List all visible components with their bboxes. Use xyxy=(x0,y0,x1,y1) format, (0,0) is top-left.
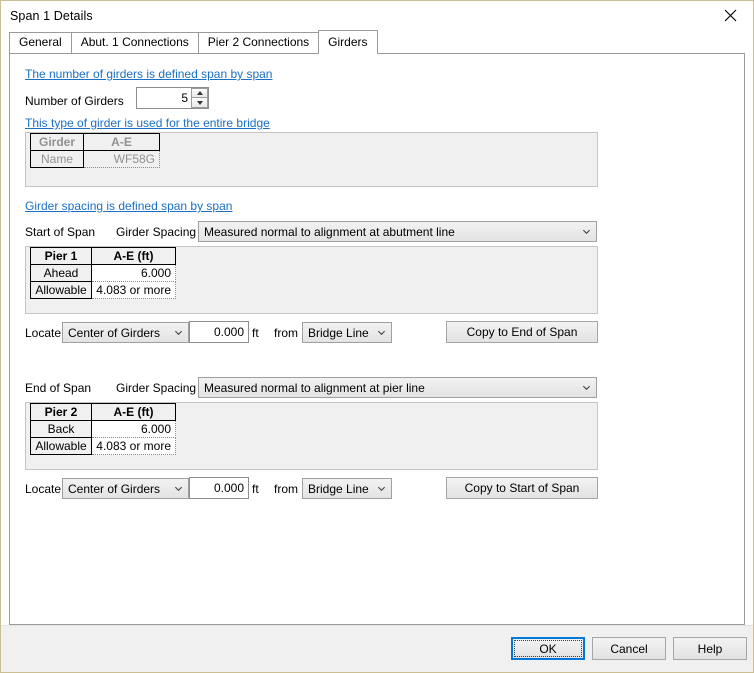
tab-strip: General Abut. 1 Connections Pier 2 Conne… xyxy=(1,30,753,54)
table-row[interactable]: Back 6.000 xyxy=(30,420,176,438)
dialog-footer: OK Cancel Help xyxy=(1,625,753,672)
close-button[interactable] xyxy=(708,1,753,30)
start-of-span-label: Start of Span xyxy=(25,225,96,239)
start-of-span-spacing-measurement-value: Measured normal to alignment at abutment… xyxy=(204,224,455,239)
table-row[interactable]: Allowable 4.083 or more xyxy=(30,437,176,455)
link-number-of-girders-span-by-span[interactable]: The number of girders is defined span by… xyxy=(25,67,272,81)
span-details-dialog: Span 1 Details General Abut. 1 Connectio… xyxy=(0,0,754,673)
chevron-down-icon xyxy=(168,484,188,493)
column-header-pier-1: Pier 1 xyxy=(30,247,92,265)
end-of-span-units-label: ft xyxy=(252,482,259,496)
cell-ahead-spacing[interactable]: 6.000 xyxy=(91,264,176,282)
end-of-span-label: End of Span xyxy=(25,381,92,395)
table-row[interactable]: Allowable 4.083 or more xyxy=(30,281,176,299)
number-of-girders-input[interactable]: 5 xyxy=(137,88,191,108)
chevron-down-icon xyxy=(168,328,188,337)
tab-pier-2-connections[interactable]: Pier 2 Connections xyxy=(197,32,320,53)
number-of-girders-stepper[interactable]: 5 xyxy=(136,87,209,109)
end-of-span-locate-select[interactable]: Center of Girders xyxy=(62,478,189,499)
girder-type-grid[interactable]: Girder A-E Name WF58G xyxy=(25,132,598,187)
link-girder-type-entire-bridge[interactable]: This type of girder is used for the enti… xyxy=(25,116,270,130)
start-of-span-from-select[interactable]: Bridge Line xyxy=(302,322,392,343)
tab-girders[interactable]: Girders xyxy=(318,30,378,54)
tab-abut-1-connections[interactable]: Abut. 1 Connections xyxy=(70,32,199,53)
start-of-span-locate-select[interactable]: Center of Girders xyxy=(62,322,189,343)
start-of-span-from-value: Bridge Line xyxy=(308,325,369,340)
start-of-span-offset-input[interactable]: 0.000 xyxy=(189,321,249,343)
chevron-down-icon xyxy=(371,484,391,493)
column-header-a-e-ft: A-E (ft) xyxy=(91,403,176,421)
copy-to-end-of-span-button[interactable]: Copy to End of Span xyxy=(446,321,598,343)
end-of-span-from-select[interactable]: Bridge Line xyxy=(302,478,392,499)
start-of-span-spacing-grid[interactable]: Pier 1 A-E (ft) Ahead 6.000 Allowable 4.… xyxy=(25,246,598,314)
stepper-down-button[interactable] xyxy=(191,98,208,108)
end-of-span-spacing-measurement-select[interactable]: Measured normal to alignment at pier lin… xyxy=(198,377,597,398)
copy-to-start-of-span-button[interactable]: Copy to Start of Span xyxy=(446,477,598,499)
ok-button-label: OK xyxy=(539,641,557,656)
column-header-a-e-ft: A-E (ft) xyxy=(91,247,176,265)
number-of-girders-label: Number of Girders xyxy=(25,94,124,108)
start-of-span-spacing-measurement-select[interactable]: Measured normal to alignment at abutment… xyxy=(198,221,597,242)
end-of-span-from-label: from xyxy=(274,482,298,496)
girders-tab-panel: The number of girders is defined span by… xyxy=(9,53,745,625)
ok-button[interactable]: OK xyxy=(511,637,585,660)
help-button-label: Help xyxy=(697,641,723,656)
end-of-span-offset-input[interactable]: 0.000 xyxy=(189,477,249,499)
start-of-span-from-label: from xyxy=(274,326,298,340)
title-bar: Span 1 Details xyxy=(1,1,753,30)
row-header-ahead: Ahead xyxy=(30,264,92,282)
cell-allowable-spacing[interactable]: 4.083 or more xyxy=(91,281,176,299)
start-of-span-girder-spacing-label: Girder Spacing xyxy=(116,225,197,239)
end-of-span-spacing-grid[interactable]: Pier 2 A-E (ft) Back 6.000 Allowable 4.0… xyxy=(25,402,598,470)
close-icon xyxy=(724,9,737,22)
table-header-row: Girder A-E xyxy=(30,133,160,151)
stepper-up-button[interactable] xyxy=(191,88,208,98)
cell-allowable-spacing[interactable]: 4.083 or more xyxy=(91,437,176,455)
end-of-span-girder-spacing-label: Girder Spacing xyxy=(116,381,197,395)
caret-up-icon xyxy=(196,91,203,95)
column-header-a-e: A-E xyxy=(83,133,160,151)
chevron-down-icon xyxy=(576,227,596,236)
row-header-allowable: Allowable xyxy=(30,281,92,299)
window-title: Span 1 Details xyxy=(10,8,93,23)
row-header-name: Name xyxy=(30,150,84,168)
start-of-span-units-label: ft xyxy=(252,326,259,340)
chevron-down-icon xyxy=(576,383,596,392)
help-button[interactable]: Help xyxy=(673,637,747,660)
column-header-pier-2: Pier 2 xyxy=(30,403,92,421)
row-header-back: Back xyxy=(30,420,92,438)
row-header-allowable: Allowable xyxy=(30,437,92,455)
link-girder-spacing-span-by-span[interactable]: Girder spacing is defined span by span xyxy=(25,199,232,213)
start-of-span-locate-label: Locate xyxy=(25,326,62,340)
start-of-span-locate-value: Center of Girders xyxy=(68,325,161,340)
chevron-down-icon xyxy=(371,328,391,337)
cell-back-spacing[interactable]: 6.000 xyxy=(91,420,176,438)
end-of-span-locate-label: Locate xyxy=(25,482,62,496)
cancel-button[interactable]: Cancel xyxy=(592,637,666,660)
cell-girder-name[interactable]: WF58G xyxy=(83,150,160,168)
end-of-span-from-value: Bridge Line xyxy=(308,481,369,496)
cancel-button-label: Cancel xyxy=(610,641,648,656)
table-row[interactable]: Ahead 6.000 xyxy=(30,264,176,282)
caret-down-icon xyxy=(196,100,203,105)
table-header-row: Pier 2 A-E (ft) xyxy=(30,403,176,421)
end-of-span-locate-value: Center of Girders xyxy=(68,481,161,496)
tab-general[interactable]: General xyxy=(9,32,72,53)
column-header-girder: Girder xyxy=(30,133,84,151)
end-of-span-spacing-measurement-value: Measured normal to alignment at pier lin… xyxy=(204,380,425,395)
table-row[interactable]: Name WF58G xyxy=(30,150,160,168)
table-header-row: Pier 1 A-E (ft) xyxy=(30,247,176,265)
